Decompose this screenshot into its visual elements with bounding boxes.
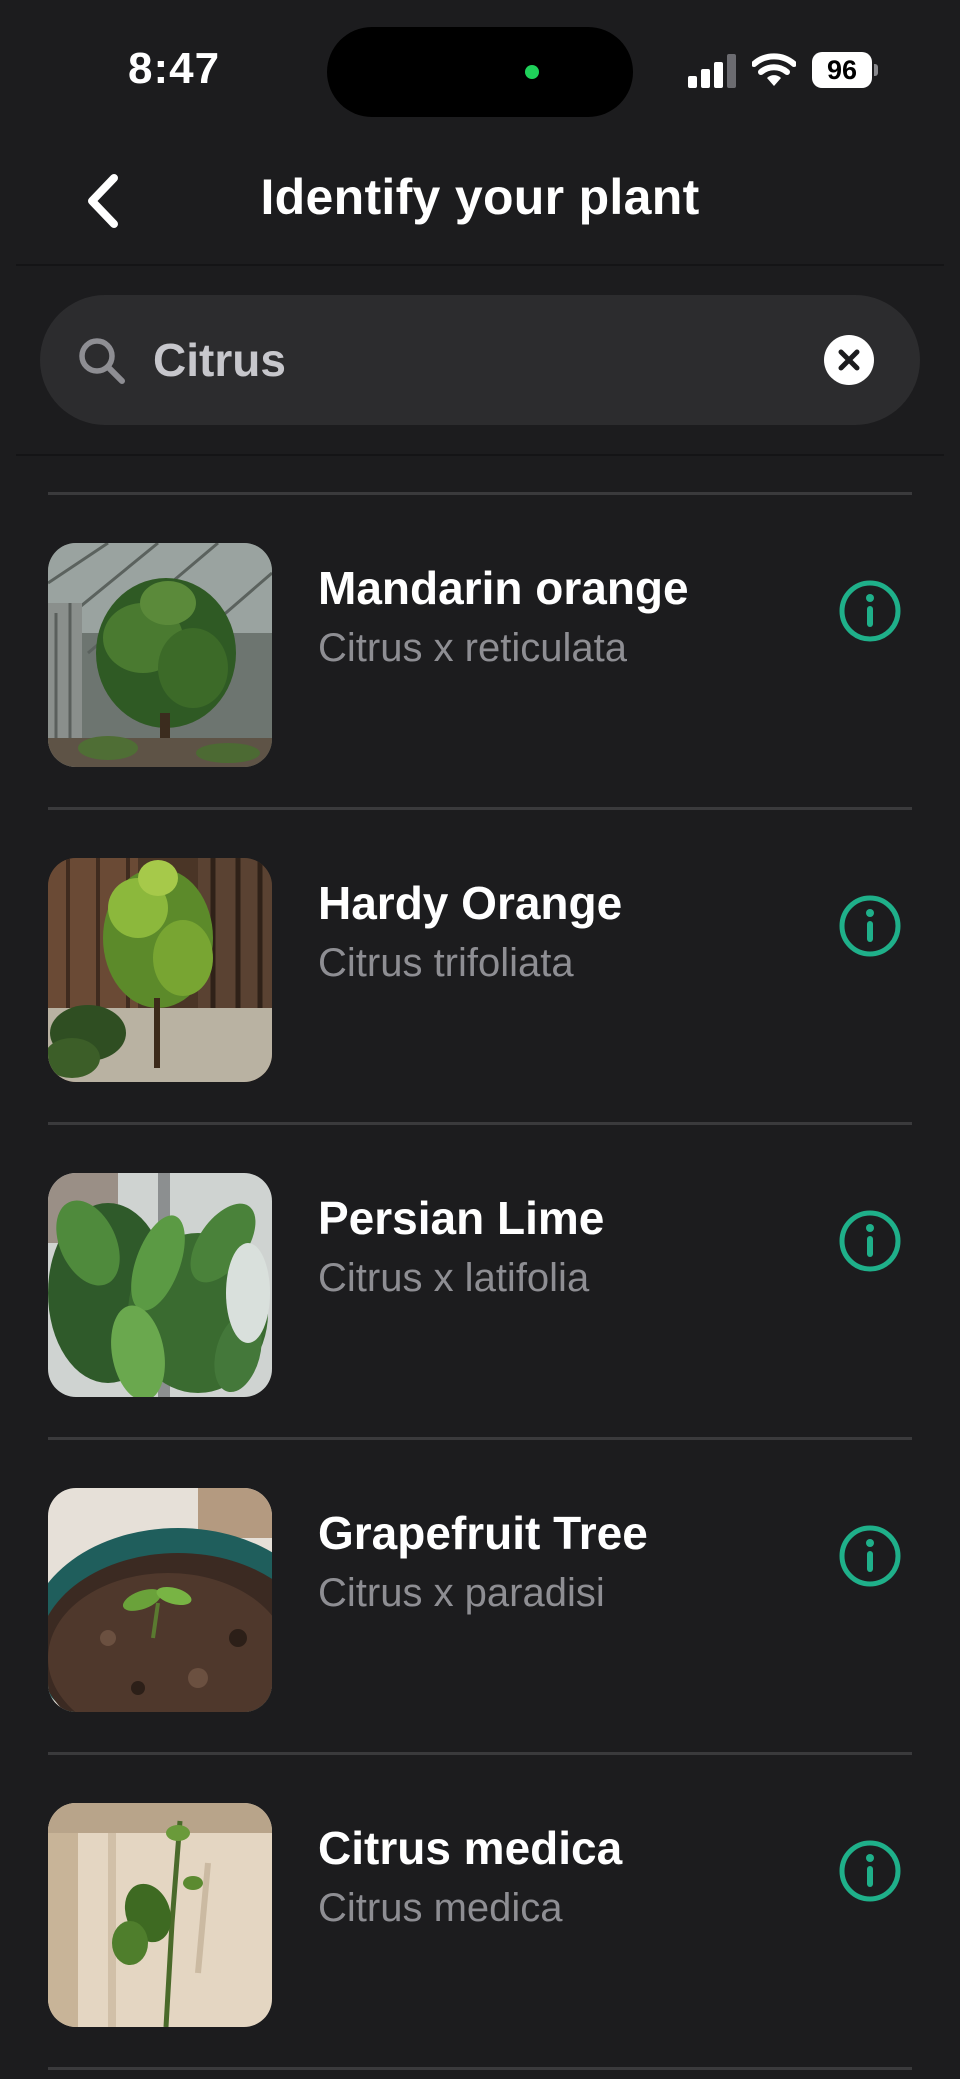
battery-level: 96 xyxy=(812,52,872,88)
plant-photo xyxy=(48,1488,272,1712)
plant-scientific-name: Citrus medica xyxy=(318,1886,563,1930)
plant-photo xyxy=(48,858,272,1082)
nav-header: Identify your plant xyxy=(0,140,960,264)
plant-result-row[interactable]: Hardy Orange Citrus trifoliata xyxy=(0,810,960,1122)
list-separator xyxy=(48,2067,912,2070)
plant-common-name: Citrus medica xyxy=(318,1822,623,1874)
search-input[interactable] xyxy=(153,325,813,395)
info-icon xyxy=(839,1210,901,1272)
plant-photo xyxy=(48,543,272,767)
plant-common-name: Persian Lime xyxy=(318,1192,605,1244)
info-button[interactable] xyxy=(838,1524,902,1588)
plant-result-row[interactable]: Persian Lime Citrus x latifolia xyxy=(0,1125,960,1437)
info-button[interactable] xyxy=(838,1839,902,1903)
info-button[interactable] xyxy=(838,579,902,643)
info-icon xyxy=(839,895,901,957)
cellular-signal-icon xyxy=(688,54,740,88)
plant-scientific-name: Citrus x latifolia xyxy=(318,1256,590,1300)
battery-icon: 96 xyxy=(812,52,878,88)
header-divider xyxy=(16,264,944,266)
plant-common-name: Hardy Orange xyxy=(318,877,623,929)
info-icon xyxy=(839,1840,901,1902)
status-time: 8:47 xyxy=(128,44,221,93)
plant-common-name: Mandarin orange xyxy=(318,562,689,614)
plant-scientific-name: Citrus x reticulata xyxy=(318,626,627,670)
clear-search-button[interactable] xyxy=(824,335,874,385)
plant-photo xyxy=(48,1803,272,2027)
plant-scientific-name: Citrus trifoliata xyxy=(318,941,574,985)
page-title: Identify your plant xyxy=(260,169,700,225)
info-icon xyxy=(839,1525,901,1587)
plant-result-row[interactable]: Grapefruit Tree Citrus x paradisi xyxy=(0,1440,960,1752)
info-button[interactable] xyxy=(838,1209,902,1273)
close-icon xyxy=(838,349,860,371)
plant-scientific-name: Citrus x paradisi xyxy=(318,1571,605,1615)
status-bar: 8:47 96 xyxy=(0,0,960,140)
plant-results-list: Mandarin orange Citrus x reticulata Hard… xyxy=(0,492,960,2070)
plant-result-row[interactable]: Citrus medica Citrus medica xyxy=(0,1755,960,2067)
info-icon xyxy=(839,580,901,642)
wifi-icon xyxy=(751,52,797,88)
search-bar[interactable] xyxy=(40,295,920,425)
camera-indicator-icon xyxy=(525,65,539,79)
info-button[interactable] xyxy=(838,894,902,958)
search-icon xyxy=(76,335,128,387)
plant-result-row[interactable]: Mandarin orange Citrus x reticulata xyxy=(0,495,960,807)
plant-common-name: Grapefruit Tree xyxy=(318,1507,648,1559)
dynamic-island xyxy=(327,27,633,117)
search-divider xyxy=(16,454,944,456)
plant-photo xyxy=(48,1173,272,1397)
